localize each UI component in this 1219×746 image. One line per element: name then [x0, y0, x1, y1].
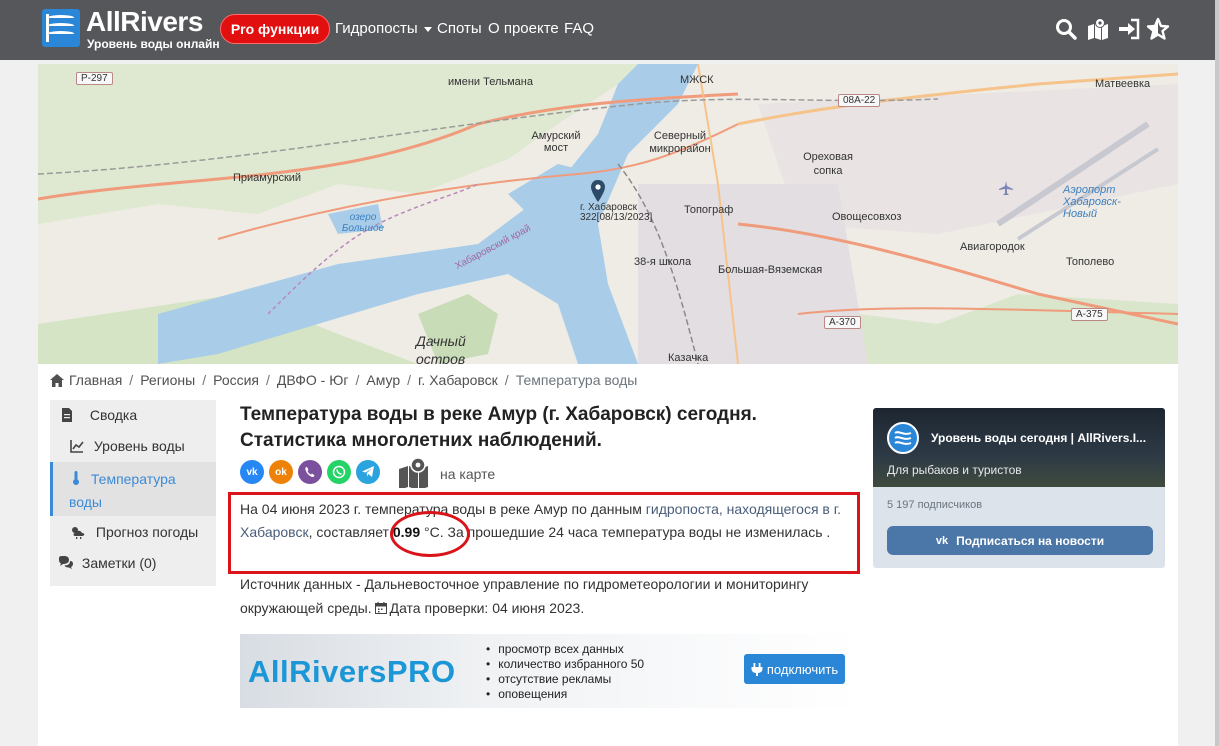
- map-label: имени Тельмана: [448, 76, 533, 88]
- main-content: Температура воды в реке Амур (г. Хабаров…: [228, 402, 860, 708]
- pro-features-button[interactable]: Pro функции: [220, 14, 330, 44]
- map-label: Овощесовхоз: [832, 211, 902, 223]
- sidebar-item-water-temperature[interactable]: Температура воды: [50, 462, 216, 516]
- thermometer-icon: [73, 471, 79, 485]
- top-navbar: AllRivers Уровень воды онлайн Pro функци…: [0, 0, 1215, 60]
- list-item: просмотр всех данных: [486, 642, 644, 657]
- breadcrumb: Главная / Регионы / Россия / ДВФО - Юг /…: [50, 372, 637, 388]
- map-label: Ореховая сопка: [803, 151, 853, 177]
- map-label: Северный микрорайон: [649, 130, 711, 155]
- vk-icon[interactable]: vk: [240, 460, 264, 484]
- comments-icon: [59, 556, 73, 569]
- content-card: Главная / Регионы / Россия / ДВФО - Юг /…: [38, 364, 1178, 746]
- cloud-sun-rain-icon: [72, 527, 85, 539]
- map-label: Тополево: [1066, 256, 1115, 268]
- home-icon: [50, 373, 64, 387]
- map-label: Аэропорт Хабаровск-Новый: [1063, 184, 1121, 220]
- list-item: количество избранного 50: [486, 657, 644, 672]
- nav-hydroposts[interactable]: Гидропосты: [335, 20, 432, 37]
- brand-tagline: Уровень воды онлайн: [87, 37, 220, 51]
- caret-down-icon: [423, 26, 432, 32]
- temperature-summary: На 04 июня 2023 г. температура воды в ре…: [240, 501, 842, 540]
- map-label: Топограф: [684, 204, 734, 216]
- pro-banner-title: AllRiversPRO: [248, 654, 456, 689]
- page-scrollbar[interactable]: [1215, 0, 1219, 746]
- breadcrumb-regions[interactable]: Регионы: [140, 372, 195, 388]
- map-marked-icon[interactable]: [398, 456, 434, 488]
- map-marked-icon[interactable]: [1086, 17, 1110, 41]
- map-label: озеро Большое: [341, 212, 385, 234]
- map-label: 38-я школа: [634, 256, 692, 268]
- nav-about[interactable]: О проекте: [488, 20, 559, 37]
- list-item: отсутствие рекламы: [486, 672, 644, 687]
- odnoklassniki-icon[interactable]: ok: [269, 460, 293, 484]
- road-shield: 08А-22: [838, 94, 881, 107]
- map-label: Амурский мост: [531, 130, 581, 154]
- vk-community-widget: Уровень воды сегодня | AllRivers.I... Дл…: [873, 408, 1165, 568]
- sidebar-item-weather-forecast[interactable]: Прогноз погоды: [50, 516, 216, 547]
- highlight-oval: [390, 511, 470, 557]
- sign-in-icon[interactable]: [1117, 17, 1141, 41]
- connect-button[interactable]: подключить: [744, 654, 845, 684]
- on-map-link[interactable]: на карте: [440, 466, 495, 482]
- map-label: Приамурский: [233, 172, 302, 184]
- pro-banner: AllRiversPRO просмотр всех данных количе…: [240, 634, 860, 708]
- map-label: Большая-Вяземская: [718, 264, 823, 276]
- vk-widget-header[interactable]: Уровень воды сегодня | AllRivers.I... Дл…: [873, 408, 1165, 487]
- file-icon: [62, 408, 72, 422]
- river-map[interactable]: имени Тельмана МЖСК Матвеевка Амурский м…: [38, 64, 1178, 364]
- community-avatar[interactable]: [887, 422, 919, 454]
- breadcrumb-khabarovsk[interactable]: г. Хабаровск: [418, 372, 498, 388]
- vk-icon: vk: [935, 534, 949, 547]
- breadcrumb-amur[interactable]: Амур: [366, 372, 400, 388]
- check-date: Дата проверки: 04 июня 2023.: [389, 600, 585, 616]
- map-label: Авиагородок: [960, 241, 1025, 253]
- whatsapp-icon[interactable]: [327, 460, 351, 484]
- marker-value: 322[08/13/2023]: [580, 212, 653, 223]
- breadcrumb-dvfo[interactable]: ДВФО - Юг: [277, 372, 349, 388]
- map-label: МЖСК: [680, 74, 714, 86]
- community-name[interactable]: Уровень воды сегодня | AllRivers.I...: [931, 431, 1146, 445]
- community-description: Для рыбаков и туристов: [887, 463, 1022, 477]
- map-label: Казачка: [668, 352, 709, 364]
- airport-icon: [999, 181, 1013, 195]
- nav-spots[interactable]: Споты: [437, 20, 482, 37]
- search-icon[interactable]: [1054, 17, 1078, 41]
- data-source: Источник данных - Дальневосточное управл…: [240, 576, 809, 616]
- subscribe-button[interactable]: vk Подписаться на новости: [887, 526, 1153, 555]
- road-shield: А-370: [824, 316, 861, 329]
- plug-icon: [751, 662, 763, 676]
- sidebar-item-notes[interactable]: Заметки (0): [50, 547, 216, 578]
- sidebar-item-summary[interactable]: Сводка: [50, 400, 216, 431]
- breadcrumb-current: Температура воды: [515, 372, 638, 388]
- page-title: Температура воды в реке Амур (г. Хабаров…: [240, 404, 757, 451]
- sidebar-nav: Сводка Уровень воды Температура воды Про…: [50, 400, 216, 586]
- pro-features-list: просмотр всех данных количество избранно…: [486, 642, 644, 702]
- telegram-icon[interactable]: [356, 460, 380, 484]
- list-item: оповещения: [486, 687, 644, 702]
- chart-line-icon: [70, 440, 84, 453]
- road-shield: А-375: [1071, 308, 1108, 321]
- share-row: vk ok на карте: [240, 454, 640, 488]
- subscriber-count: 5 197 подписчиков: [887, 499, 983, 511]
- map-marker-icon[interactable]: [591, 180, 605, 202]
- viber-icon[interactable]: [298, 460, 322, 484]
- sidebar-item-water-level[interactable]: Уровень воды: [50, 431, 216, 462]
- star-icon[interactable]: [1146, 17, 1170, 41]
- map-label: Матвеевка: [1095, 78, 1151, 90]
- breadcrumb-russia[interactable]: Россия: [213, 372, 259, 388]
- calendar-icon: [374, 602, 387, 614]
- nav-faq[interactable]: FAQ: [564, 20, 594, 37]
- breadcrumb-home[interactable]: Главная: [69, 372, 122, 388]
- allrivers-logo-icon[interactable]: [42, 9, 80, 47]
- map-label: Дачный остров: [416, 333, 466, 364]
- brand-name[interactable]: AllRivers: [86, 6, 203, 38]
- road-shield: Р-297: [76, 72, 113, 85]
